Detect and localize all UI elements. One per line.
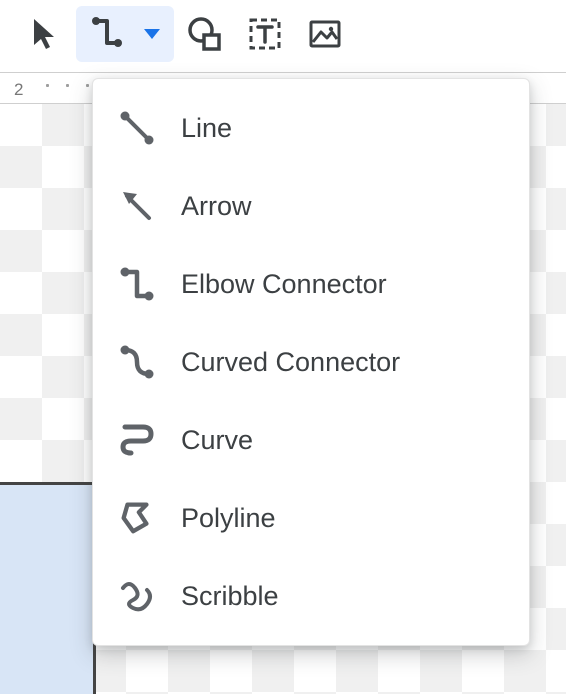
curve-icon bbox=[115, 418, 159, 462]
image-tool-button[interactable] bbox=[296, 6, 354, 62]
line-type-menu: Line Arrow Elbow Connector bbox=[92, 78, 530, 646]
text-box-icon bbox=[247, 16, 283, 52]
menu-item-polyline[interactable]: Polyline bbox=[93, 479, 529, 557]
menu-item-arrow[interactable]: Arrow bbox=[93, 167, 529, 245]
menu-item-label: Line bbox=[181, 113, 232, 144]
menu-item-label: Scribble bbox=[181, 581, 279, 612]
shape-icon bbox=[187, 16, 223, 52]
menu-item-label: Curve bbox=[181, 425, 253, 456]
cursor-icon bbox=[30, 17, 60, 51]
line-tool-dropdown-button[interactable] bbox=[134, 6, 170, 62]
slide-edge bbox=[0, 482, 96, 694]
menu-item-label: Polyline bbox=[181, 503, 276, 534]
shape-tool-button[interactable] bbox=[176, 6, 234, 62]
arrow-icon bbox=[115, 184, 159, 228]
line-tool-split-button bbox=[76, 6, 174, 62]
menu-item-curved-connector[interactable]: Curved Connector bbox=[93, 323, 529, 401]
menu-item-label: Arrow bbox=[181, 191, 252, 222]
menu-item-elbow-connector[interactable]: Elbow Connector bbox=[93, 245, 529, 323]
line-icon bbox=[115, 106, 159, 150]
menu-item-curve[interactable]: Curve bbox=[93, 401, 529, 479]
image-icon bbox=[307, 16, 343, 52]
text-box-tool-button[interactable] bbox=[236, 6, 294, 62]
select-tool-button[interactable] bbox=[16, 6, 74, 62]
menu-item-label: Curved Connector bbox=[181, 347, 400, 378]
toolbar bbox=[0, 0, 566, 72]
elbow-connector-icon bbox=[115, 262, 159, 306]
menu-item-scribble[interactable]: Scribble bbox=[93, 557, 529, 635]
chevron-down-icon bbox=[144, 29, 160, 39]
elbow-line-icon bbox=[89, 14, 125, 55]
polyline-icon bbox=[115, 496, 159, 540]
line-tool-button[interactable] bbox=[80, 6, 134, 62]
menu-item-line[interactable]: Line bbox=[93, 89, 529, 167]
scribble-icon bbox=[115, 574, 159, 618]
curved-connector-icon bbox=[115, 340, 159, 384]
menu-item-label: Elbow Connector bbox=[181, 269, 387, 300]
